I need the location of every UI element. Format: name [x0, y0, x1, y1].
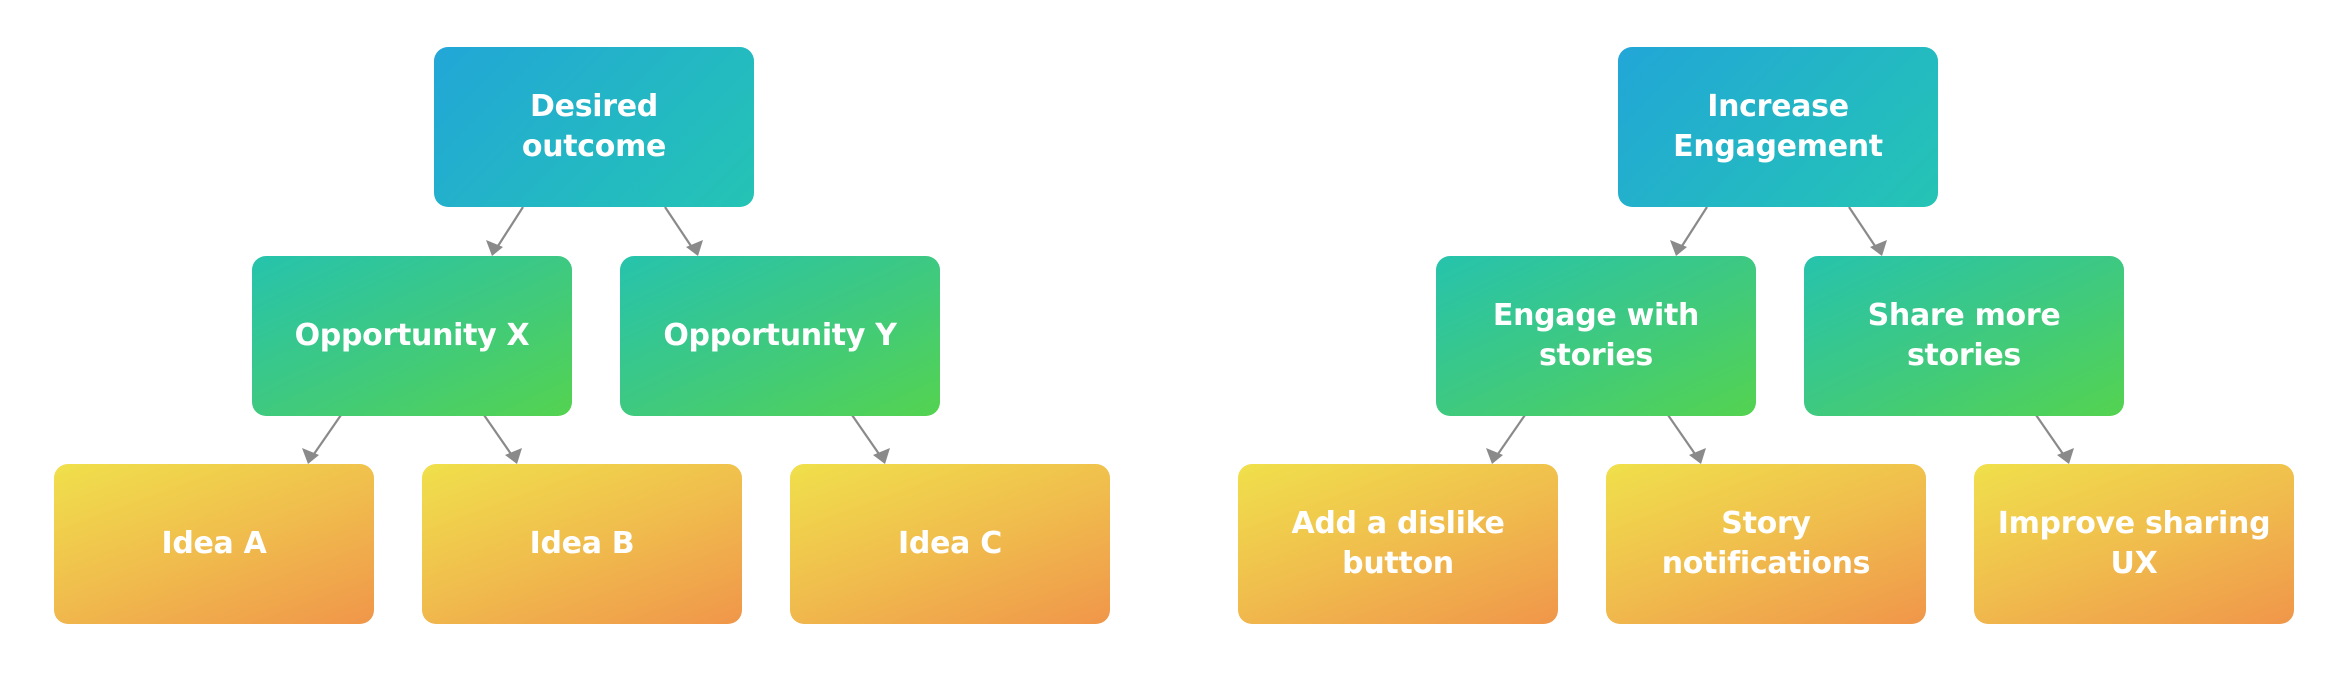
opportunity-label: Opportunity X — [294, 318, 530, 353]
arrow-share-to-improve-sharing — [2035, 414, 2074, 464]
outcome-node[interactable]: Desired outcome — [434, 47, 754, 207]
arrow-opportunity-x-to-idea-a — [302, 414, 342, 464]
idea-node-c[interactable]: Idea C — [790, 464, 1110, 624]
idea-node-improve-sharing[interactable]: Improve sharing UX — [1974, 464, 2294, 624]
opportunity-label: Engage with stories — [1492, 298, 1700, 373]
idea-label: Story notifications — [1661, 506, 1871, 581]
idea-label: Add a dislike button — [1291, 506, 1505, 581]
opportunity-label: Opportunity Y — [663, 318, 897, 353]
idea-node-b[interactable]: Idea B — [422, 464, 742, 624]
opportunity-tree-generic: Desired outcome Opportunity X Opportunit… — [0, 0, 1184, 678]
outcome-node[interactable]: Increase Engagement — [1618, 47, 1938, 207]
arrow-engage-to-story-notifications — [1667, 414, 1706, 464]
opportunity-node-x[interactable]: Opportunity X — [252, 256, 572, 416]
arrow-engage-to-dislike-button — [1486, 414, 1526, 464]
opportunity-tree-engagement: Increase Engagement Engage with stories … — [1184, 0, 2342, 678]
idea-label: Idea C — [898, 526, 1002, 561]
opportunity-node-share[interactable]: Share more stories — [1804, 256, 2124, 416]
idea-label: Idea B — [529, 526, 635, 561]
idea-node-a[interactable]: Idea A — [54, 464, 374, 624]
arrow-outcome-to-opportunity-share — [1848, 206, 1887, 256]
idea-label: Improve sharing UX — [1997, 506, 2271, 581]
opportunity-node-engage[interactable]: Engage with stories — [1436, 256, 1756, 416]
arrow-outcome-to-opportunity-x — [486, 206, 524, 256]
arrow-opportunity-y-to-idea-c — [851, 414, 890, 464]
idea-node-dislike-button[interactable]: Add a dislike button — [1238, 464, 1558, 624]
arrow-opportunity-x-to-idea-b — [483, 414, 522, 464]
outcome-label: Desired outcome — [521, 89, 667, 164]
idea-label: Idea A — [161, 526, 267, 561]
idea-node-story-notifications[interactable]: Story notifications — [1606, 464, 1926, 624]
arrow-outcome-to-opportunity-engage — [1670, 206, 1708, 256]
opportunity-node-y[interactable]: Opportunity Y — [620, 256, 940, 416]
outcome-label: Increase Engagement — [1673, 89, 1883, 164]
arrow-outcome-to-opportunity-y — [664, 206, 703, 256]
opportunity-label: Share more stories — [1867, 298, 2061, 373]
